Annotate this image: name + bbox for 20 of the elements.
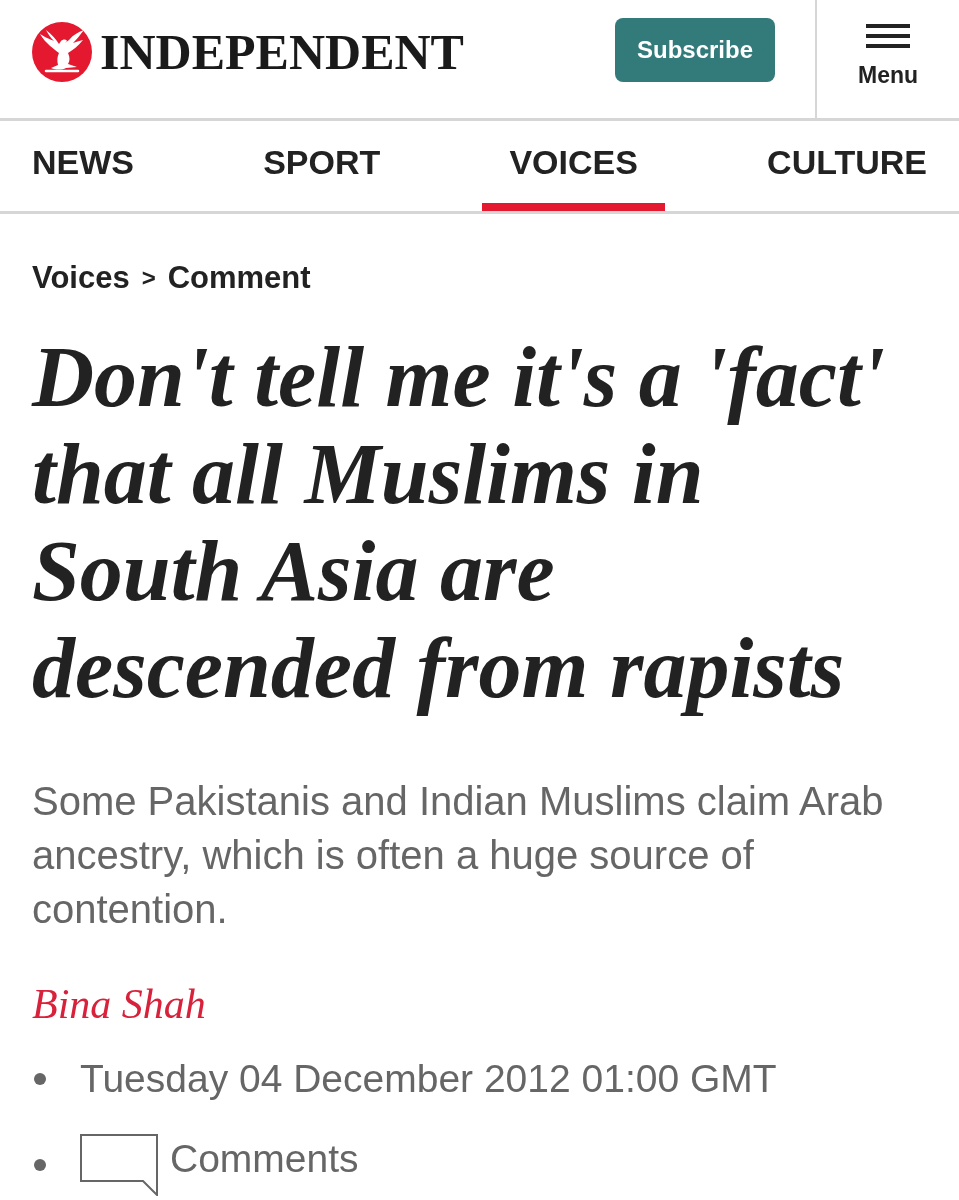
- menu-icon: [866, 24, 910, 48]
- article-standfirst: Some Pakistanis and Indian Muslims claim Arab ancestry, which is often a huge source of contention.: [32, 778, 885, 933]
- eagle-logo-icon[interactable]: [32, 22, 92, 82]
- breadcrumb-link[interactable]: Voices: [32, 258, 130, 298]
- breadcrumb-separator: >: [141, 263, 156, 293]
- article-headline: Don't tell me it's a 'fact' that all Muslims in South Asia are descended from rapists: [32, 329, 886, 717]
- comments-link[interactable]: Comments: [170, 1131, 359, 1187]
- nav-tab[interactable]: SPORT: [236, 121, 408, 211]
- nav-tab[interactable]: NEWS: [5, 121, 161, 211]
- breadcrumb-link[interactable]: Comment: [167, 258, 311, 298]
- logo-wordmark[interactable]: INDEPENDENT: [100, 22, 464, 82]
- menu-button[interactable]: Menu: [815, 0, 959, 118]
- bullet-icon: [34, 1159, 46, 1171]
- nav-tab[interactable]: VOICES: [482, 121, 665, 211]
- nav-tab[interactable]: CULTURE: [740, 121, 954, 211]
- author-link[interactable]: Bina Shah: [32, 979, 206, 1029]
- bullet-icon: [34, 1073, 46, 1085]
- subscribe-button[interactable]: Subscribe: [615, 18, 775, 82]
- publish-date: Tuesday 04 December 2012 01:00 GMT: [80, 1056, 777, 1102]
- speech-bubble-icon[interactable]: [80, 1134, 158, 1196]
